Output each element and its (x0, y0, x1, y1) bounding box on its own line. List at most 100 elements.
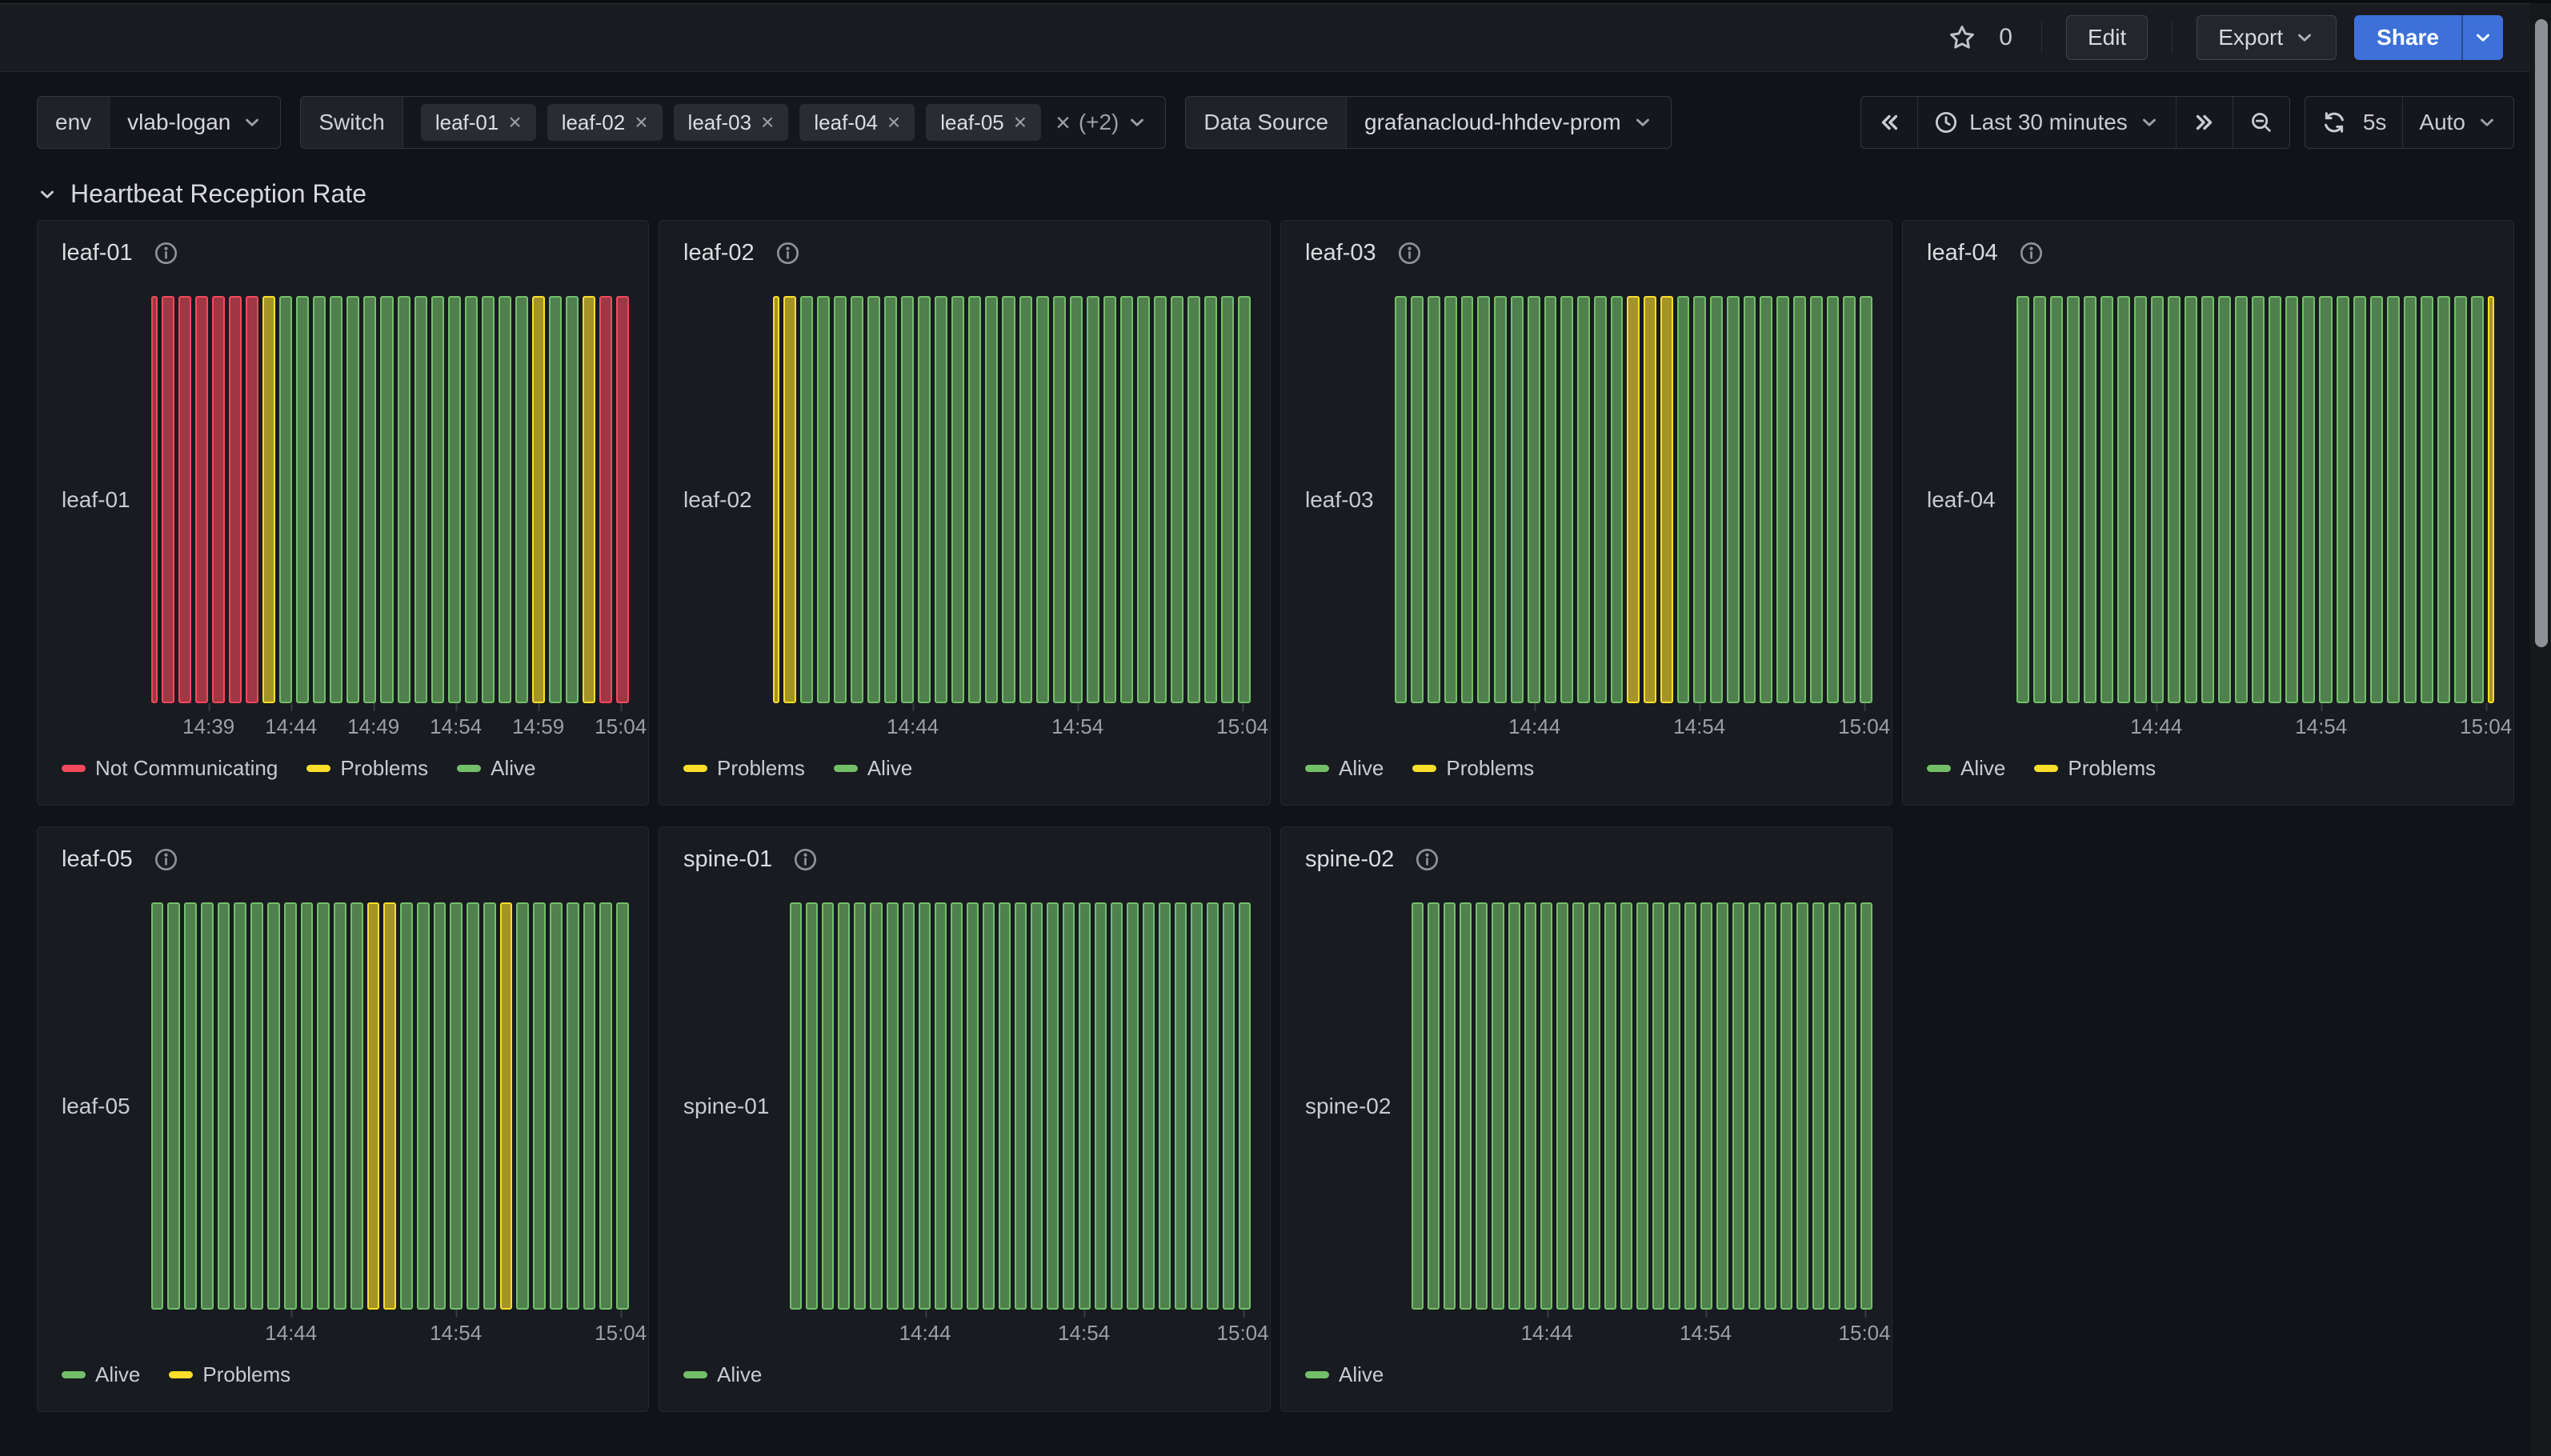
switch-tag-chip[interactable]: leaf-03× (674, 104, 789, 141)
switch-tag-chip[interactable]: leaf-01× (421, 104, 536, 141)
time-shift-forward-button[interactable] (2176, 97, 2233, 148)
info-icon[interactable] (775, 241, 800, 266)
legend-item[interactable]: Alive (683, 1362, 762, 1387)
remove-tag-icon[interactable]: × (761, 111, 774, 134)
state-bar (2404, 296, 2417, 703)
info-icon[interactable] (2019, 241, 2044, 266)
chart-area: spine-01 14:4414:5415:04 (679, 902, 1251, 1350)
switch-tag-chip[interactable]: leaf-02 × (547, 104, 663, 141)
remove-tag-icon[interactable]: × (508, 111, 521, 134)
state-bar (2337, 296, 2349, 703)
switch-tag-chip[interactable]: leaf-05× (926, 104, 1041, 141)
status-history-panel: leaf-03 leaf-03 14:4414:5415:04 AlivePro… (1280, 220, 1892, 806)
info-icon[interactable] (154, 847, 178, 872)
panel-x-axis: 14:4414:5415:04 (790, 1310, 1251, 1350)
refresh-button[interactable]: 5s (2305, 97, 2403, 148)
state-bar (296, 296, 309, 703)
remove-tag-icon[interactable]: × (635, 111, 647, 134)
share-split-button: Share (2354, 15, 2503, 60)
status-history-panel: spine-02 spine-02 14:4414:5415:04 Alive (1280, 826, 1892, 1412)
remove-tag-icon[interactable]: × (1014, 111, 1027, 134)
chart-area: leaf-02 14:4414:5415:04 (679, 296, 1251, 743)
legend-item[interactable]: Problems (169, 1362, 290, 1387)
legend-item[interactable]: Problems (306, 756, 428, 781)
info-icon[interactable] (1415, 847, 1440, 872)
chart-area: leaf-01 14:3914:4414:4914:5414:5915:04 (57, 296, 629, 743)
info-icon[interactable] (1397, 241, 1422, 266)
state-bar (1002, 296, 1015, 703)
plot: 14:4414:5415:04 (790, 902, 1251, 1350)
state-bar (1031, 902, 1043, 1310)
panel-header[interactable]: leaf-01 (57, 235, 629, 270)
row-header-heartbeat[interactable]: Heartbeat Reception Rate (37, 179, 2514, 209)
x-tick-label: 14:39 (182, 703, 234, 739)
star-button[interactable] (1943, 18, 1981, 57)
legend-item[interactable]: Problems (683, 756, 805, 781)
state-bar (1764, 902, 1776, 1310)
state-bar (549, 296, 562, 703)
info-icon[interactable] (793, 847, 818, 872)
panel-header[interactable]: spine-01 (679, 842, 1251, 877)
state-bar (887, 902, 899, 1310)
x-tick-label: 14:44 (2130, 703, 2182, 739)
panel-header[interactable]: spine-02 (1300, 842, 1872, 877)
panel-header[interactable]: leaf-02 (679, 235, 1251, 270)
info-icon[interactable] (154, 241, 178, 266)
state-bar (2067, 296, 2080, 703)
datasource-dropdown[interactable]: grafanacloud-hhdev-prom (1346, 97, 1671, 148)
legend-item[interactable]: Alive (1305, 756, 1384, 781)
legend-item[interactable]: Not Communicating (62, 756, 278, 781)
state-bar (414, 296, 427, 703)
state-bar (1588, 902, 1600, 1310)
switch-tag-label: leaf-02 (562, 110, 626, 135)
share-button[interactable]: Share (2354, 15, 2461, 60)
state-bar (1511, 296, 1524, 703)
switch-more-dropdown[interactable]: × (+2) (1055, 108, 1147, 138)
state-bar (1137, 296, 1150, 703)
legend-item[interactable]: Alive (457, 756, 535, 781)
state-bar (1143, 902, 1155, 1310)
panel-header[interactable]: leaf-03 (1300, 235, 1872, 270)
state-bar (1444, 296, 1457, 703)
state-bar (550, 902, 563, 1310)
state-bar (1660, 296, 1673, 703)
legend-item[interactable]: Problems (1412, 756, 1534, 781)
state-bar (2050, 296, 2063, 703)
state-bar (566, 296, 579, 703)
state-bar (334, 902, 346, 1310)
legend-item[interactable]: Alive (62, 1362, 140, 1387)
x-tick-label: 14:49 (347, 703, 399, 739)
legend-label: Not Communicating (95, 756, 278, 781)
panel-header[interactable]: leaf-04 (1922, 235, 2494, 270)
x-tick-label: 14:44 (899, 1310, 951, 1346)
state-bar (515, 296, 528, 703)
scrollbar-track (2530, 3, 2551, 1456)
zoom-out-button[interactable] (2233, 97, 2289, 148)
panel-header[interactable]: leaf-05 (57, 842, 629, 877)
state-bar (482, 296, 495, 703)
legend-item[interactable]: Problems (2034, 756, 2156, 781)
legend-item[interactable]: Alive (1927, 756, 2005, 781)
share-dropdown-button[interactable] (2461, 15, 2503, 60)
remove-tag-icon[interactable]: × (887, 111, 900, 134)
state-bar (284, 902, 297, 1310)
state-bar (1710, 296, 1723, 703)
time-controls: Last 30 minutes (1860, 96, 2514, 149)
legend-swatch (306, 765, 330, 772)
env-variable-dropdown[interactable]: vlab-logan (109, 97, 280, 148)
state-bar (267, 902, 280, 1310)
edit-button[interactable]: Edit (2066, 15, 2148, 60)
legend-item[interactable]: Alive (834, 756, 912, 781)
refresh-mode-dropdown[interactable]: Auto (2402, 97, 2513, 148)
state-bar (1171, 296, 1183, 703)
export-button[interactable]: Export (2197, 15, 2337, 60)
scrollbar-thumb[interactable] (2535, 19, 2548, 647)
clear-all-icon[interactable]: × (1055, 108, 1071, 138)
time-range-picker[interactable]: Last 30 minutes (1917, 97, 2176, 148)
time-shift-back-button[interactable] (1861, 97, 1917, 148)
state-bar (2488, 296, 2494, 703)
state-bar (1036, 296, 1049, 703)
legend-item[interactable]: Alive (1305, 1362, 1384, 1387)
switch-tag-chip[interactable]: leaf-04× (799, 104, 915, 141)
state-bar (999, 902, 1011, 1310)
